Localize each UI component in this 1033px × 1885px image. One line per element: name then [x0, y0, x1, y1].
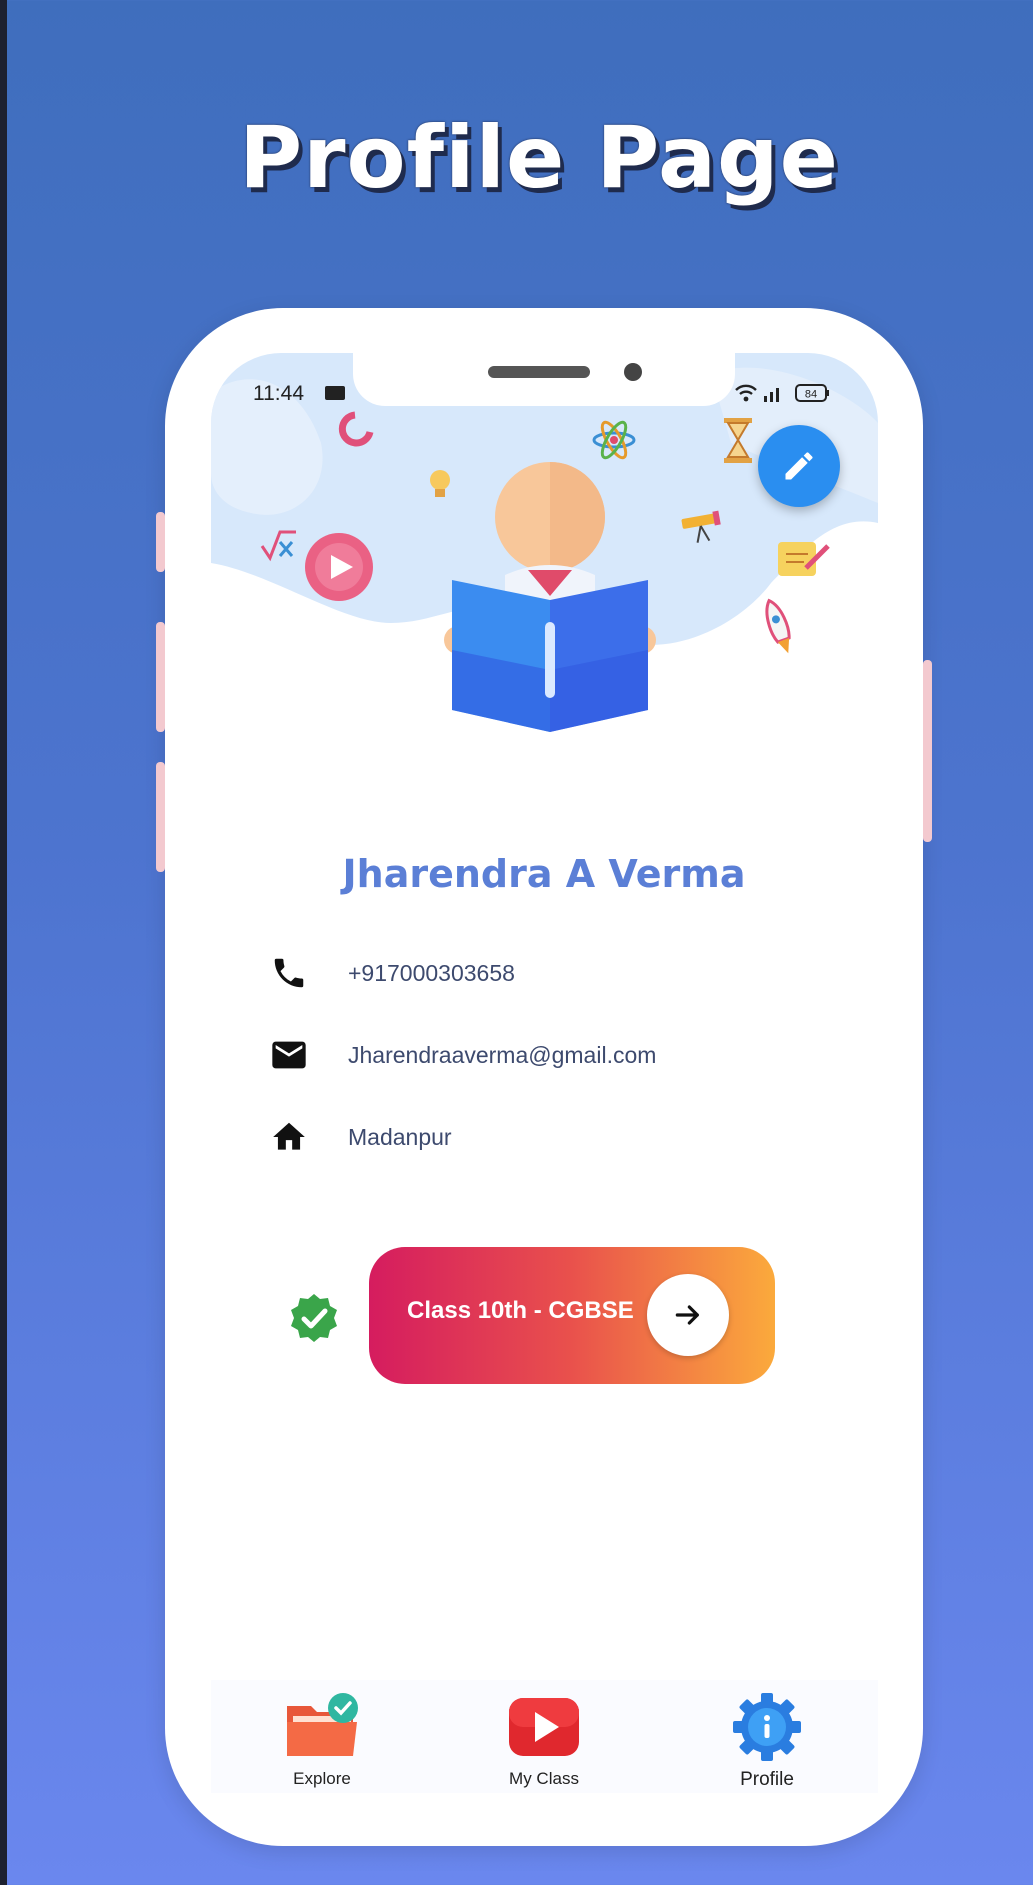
hourglass-icon — [724, 418, 752, 463]
side-button — [156, 762, 165, 872]
lightbulb-icon — [430, 470, 450, 497]
phone-speaker — [488, 366, 590, 378]
nav-item-explore[interactable]: Explore — [252, 1692, 392, 1789]
home-icon — [273, 1122, 305, 1150]
email-row: Jharendraaverma@gmail.com — [268, 1035, 656, 1075]
telescope-icon — [681, 510, 721, 543]
nav-item-profile[interactable]: Profile — [697, 1692, 837, 1791]
rocket-icon — [765, 598, 791, 654]
folder-check-icon — [287, 1693, 358, 1756]
info-gear-icon — [733, 1693, 801, 1761]
nav-item-my-class[interactable]: My Class — [474, 1692, 614, 1789]
phone-camera — [624, 363, 642, 381]
address-text: Madanpur — [348, 1123, 452, 1150]
page-title: Profile Page — [239, 108, 839, 208]
class-card-arrow-button[interactable] — [647, 1274, 729, 1356]
nav-label-profile: Profile — [740, 1769, 794, 1790]
phone-row: +917000303658 — [268, 953, 515, 993]
math-symbols-icon — [260, 530, 296, 562]
side-button — [156, 622, 165, 732]
mail-icon — [272, 1041, 306, 1069]
status-icons: 84 — [735, 384, 829, 402]
side-button — [923, 660, 932, 842]
signal-icon — [764, 388, 779, 402]
left-edge-strip — [0, 0, 7, 1885]
class-card-button[interactable]: Class 10th - CGBSE — [369, 1247, 775, 1384]
side-button — [156, 512, 165, 572]
pencil-icon — [785, 452, 813, 480]
arrow-right-icon — [675, 1305, 699, 1325]
verified-badge-icon — [291, 1294, 337, 1342]
class-card-label: Class 10th - CGBSE — [407, 1297, 634, 1324]
play-circle-icon — [305, 533, 373, 601]
nav-label-my-class: My Class — [509, 1769, 579, 1788]
svg-text:84: 84 — [805, 389, 817, 401]
nav-label-explore: Explore — [293, 1769, 351, 1788]
phone-number: +917000303658 — [348, 959, 515, 986]
play-icon — [509, 1698, 579, 1756]
edit-profile-button[interactable] — [758, 425, 840, 507]
address-row: Madanpur — [268, 1117, 452, 1157]
student-figure — [444, 462, 656, 732]
profile-name: Jharendra A Verma — [342, 852, 746, 896]
wifi-icon — [735, 384, 757, 402]
phone-icon — [274, 958, 304, 988]
atom-icon — [592, 420, 636, 460]
battery-icon: 84 — [795, 384, 829, 402]
notes-icon — [778, 542, 830, 576]
email-address: Jharendraaverma@gmail.com — [348, 1041, 657, 1068]
notification-icon — [325, 386, 345, 400]
status-time: 11:44 — [253, 382, 304, 405]
